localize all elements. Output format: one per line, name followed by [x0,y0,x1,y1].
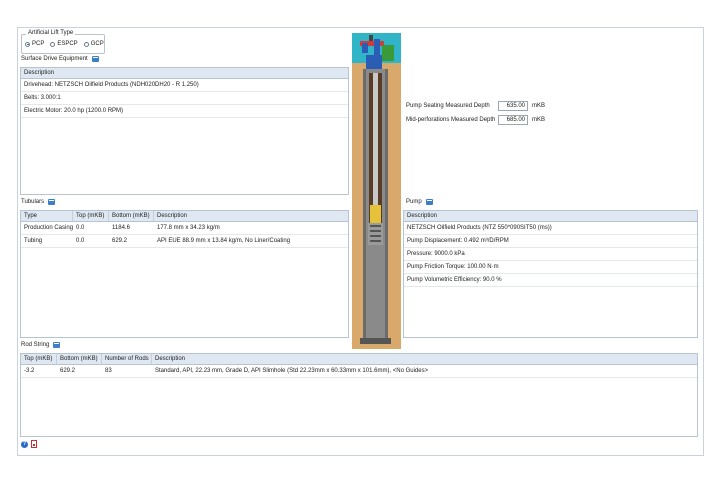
column-header[interactable]: Top (mKB) [21,354,57,364]
radio-selected-icon[interactable] [25,41,30,47]
radio-pcp[interactable]: PCP [25,41,44,47]
column-header[interactable]: Number of Rods [102,354,152,364]
column-header[interactable]: Description [404,211,697,221]
lift-type-title: Artificial Lift Type [26,30,76,36]
edit-icon[interactable] [425,199,433,205]
table-row[interactable]: Production Casing 0.0 1184.6 177.8 mm x … [21,222,348,235]
wellbore-diagram [352,33,401,349]
pump-seating-depth-row: Pump Seating Measured Depth 635.00 mKB [406,101,546,111]
surface-grid: Description Drivehead: NETZSCH Oilfield … [20,67,349,195]
list-item[interactable]: Pump Volumetric Efficiency: 90.0 % [404,274,697,287]
surface-label: Surface Drive Equipment [21,56,99,62]
table-row[interactable]: Tubing 0.0 629.2 API EUE 88.9 mm x 13.84… [21,235,348,248]
tubulars-grid: Type Top (mKB) Bottom (mKB) Description … [20,210,349,338]
pdf-icon[interactable] [31,440,37,448]
radio-espcp[interactable]: ESPCP [50,41,78,47]
edit-icon[interactable] [48,199,56,205]
edit-icon[interactable] [53,342,61,348]
radio-gcp[interactable]: GCP [83,41,104,47]
column-header[interactable]: Description [21,68,348,78]
column-header[interactable]: Description [154,211,348,221]
list-item[interactable]: Drivehead: NETZSCH Oilfield Products (ND… [21,79,348,92]
list-item[interactable]: NETZSCH Oilfield Products (NTZ 550*090SI… [404,222,697,235]
tubulars-label: Tubulars [21,199,56,205]
pump-label: Pump [406,199,433,205]
list-item[interactable]: Pump Friction Torque: 100.00 N·m [404,261,697,274]
pump-grid: Description NETZSCH Oilfield Products (N… [403,210,698,338]
radio-icon[interactable] [83,41,89,47]
column-header[interactable]: Type [21,211,73,221]
help-icon[interactable]: ? [21,441,28,448]
wellbore-graphic [352,33,401,344]
column-header[interactable]: Bottom (mKB) [109,211,154,221]
column-header[interactable]: Bottom (mKB) [57,354,102,364]
rod-string-grid: Top (mKB) Bottom (mKB) Number of Rods De… [20,353,698,437]
column-header[interactable]: Description [152,354,697,364]
pump-seating-depth-input[interactable]: 635.00 [498,101,528,111]
table-row[interactable]: -3.2 629.2 83 Standard, API, 22.23 mm, G… [21,365,697,378]
mid-perf-depth-row: Mid-perforations Measured Depth 685.00 m… [406,115,546,125]
list-item[interactable]: Pressure: 9000.0 kPa [404,248,697,261]
edit-icon[interactable] [91,56,99,62]
mid-perf-depth-input[interactable]: 685.00 [498,115,528,125]
column-header[interactable]: Top (mKB) [73,211,109,221]
radio-icon[interactable] [50,41,56,47]
list-item[interactable]: Pump Displacement: 0.492 m³/D/RPM [404,235,697,248]
lift-type-group: Artificial Lift Type PCP ESPCP GCP [21,30,105,54]
list-item[interactable]: Electric Motor: 20.0 hp (1200.0 RPM) [21,105,348,118]
list-item[interactable]: Belts: 3.000:1 [21,92,348,105]
rod-string-label: Rod String [21,342,61,348]
